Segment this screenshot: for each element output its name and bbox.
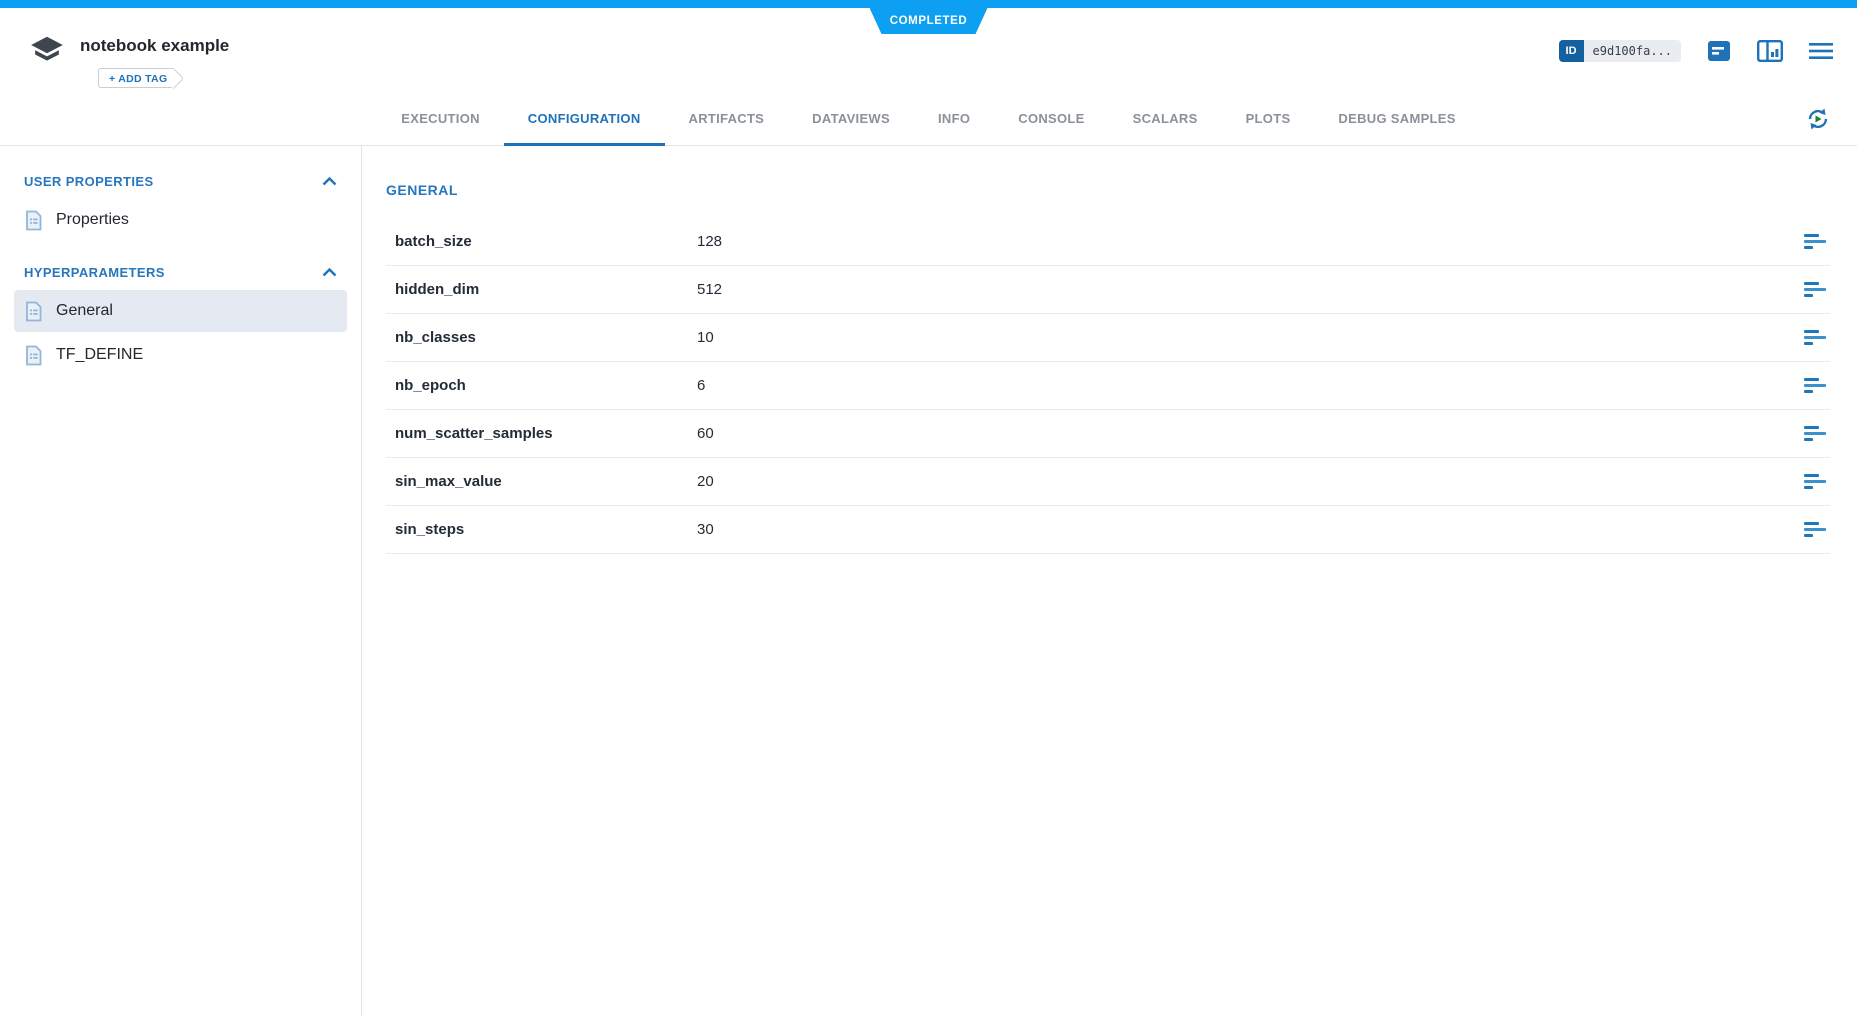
add-tag-button[interactable]: + ADD TAG: [98, 68, 173, 88]
experiment-id-badge[interactable]: ID e9d100fa...: [1559, 40, 1681, 62]
document-icon: [24, 210, 43, 231]
id-value: e9d100fa...: [1584, 40, 1681, 62]
section-header-user-properties[interactable]: USER PROPERTIES: [14, 168, 347, 199]
tab-artifacts[interactable]: ARTIFACTS: [665, 94, 789, 146]
param-value: 60: [697, 425, 1790, 442]
experiment-logo-icon: [28, 32, 66, 70]
tab-scalars[interactable]: SCALARS: [1109, 94, 1222, 146]
param-row: nb_classes 10: [386, 314, 1830, 362]
section-label: USER PROPERTIES: [24, 174, 154, 189]
sidebar-item-general[interactable]: General: [14, 290, 347, 332]
status-badge-label: COMPLETED: [890, 15, 968, 27]
chevron-up-icon: [322, 177, 337, 186]
sidebar-item-tf-define[interactable]: TF_DEFINE: [14, 334, 347, 376]
param-name: nb_classes: [395, 329, 697, 346]
status-badge: COMPLETED: [870, 8, 988, 34]
param-row: num_scatter_samples 60: [386, 410, 1830, 458]
param-row: batch_size 128: [386, 218, 1830, 266]
sidebar-item-label: General: [56, 302, 113, 320]
document-icon: [24, 345, 43, 366]
tab-info[interactable]: INFO: [914, 94, 994, 146]
param-value: 512: [697, 281, 1790, 298]
tabs-bar: EXECUTION CONFIGURATION ARTIFACTS DATAVI…: [0, 94, 1857, 146]
param-name: hidden_dim: [395, 281, 697, 298]
param-name: sin_steps: [395, 521, 697, 538]
split-view-icon[interactable]: [1757, 40, 1783, 62]
param-row: sin_steps 30: [386, 506, 1830, 554]
page-title: notebook example: [80, 28, 229, 56]
param-name: batch_size: [395, 233, 697, 250]
sidebar-item-properties[interactable]: Properties: [14, 199, 347, 241]
param-value: 20: [697, 473, 1790, 490]
param-bars-icon[interactable]: [1800, 516, 1830, 544]
param-name: sin_max_value: [395, 473, 697, 490]
configuration-panel: GENERAL batch_size 128 hidden_dim 512 nb…: [362, 146, 1857, 1016]
tab-debug-samples[interactable]: DEBUG SAMPLES: [1314, 94, 1479, 146]
add-tag-label: + ADD TAG: [109, 73, 167, 85]
sidebar: USER PROPERTIES Properties HYPERPARAMETE…: [0, 146, 362, 1016]
section-title: GENERAL: [386, 182, 1830, 198]
sidebar-section-user-properties: USER PROPERTIES Properties: [14, 168, 347, 241]
param-name: num_scatter_samples: [395, 425, 697, 442]
param-row: hidden_dim 512: [386, 266, 1830, 314]
param-row: nb_epoch 6: [386, 362, 1830, 410]
document-icon: [24, 301, 43, 322]
sidebar-section-hyperparameters: HYPERPARAMETERS General: [14, 259, 347, 376]
details-panel-icon[interactable]: [1707, 40, 1731, 62]
param-row: sin_max_value 20: [386, 458, 1830, 506]
param-value: 128: [697, 233, 1790, 250]
section-header-hyperparameters[interactable]: HYPERPARAMETERS: [14, 259, 347, 290]
param-bars-icon[interactable]: [1800, 276, 1830, 304]
param-bars-icon[interactable]: [1800, 372, 1830, 400]
tab-configuration[interactable]: CONFIGURATION: [504, 94, 665, 146]
tab-console[interactable]: CONSOLE: [994, 94, 1108, 146]
menu-icon[interactable]: [1809, 42, 1833, 60]
sidebar-item-label: TF_DEFINE: [56, 346, 143, 364]
tab-plots[interactable]: PLOTS: [1222, 94, 1315, 146]
param-bars-icon[interactable]: [1800, 324, 1830, 352]
param-name: nb_epoch: [395, 377, 697, 394]
param-bars-icon[interactable]: [1800, 468, 1830, 496]
section-label: HYPERPARAMETERS: [24, 265, 165, 280]
param-value: 10: [697, 329, 1790, 346]
param-bars-icon[interactable]: [1800, 420, 1830, 448]
id-label: ID: [1559, 40, 1584, 62]
auto-refresh-icon[interactable]: [1803, 104, 1833, 134]
tab-execution[interactable]: EXECUTION: [377, 94, 504, 146]
tab-dataviews[interactable]: DATAVIEWS: [788, 94, 914, 146]
chevron-up-icon: [322, 268, 337, 277]
param-value: 6: [697, 377, 1790, 394]
status-bar: [0, 0, 1857, 8]
param-bars-icon[interactable]: [1800, 228, 1830, 256]
sidebar-item-label: Properties: [56, 211, 129, 229]
param-value: 30: [697, 521, 1790, 538]
